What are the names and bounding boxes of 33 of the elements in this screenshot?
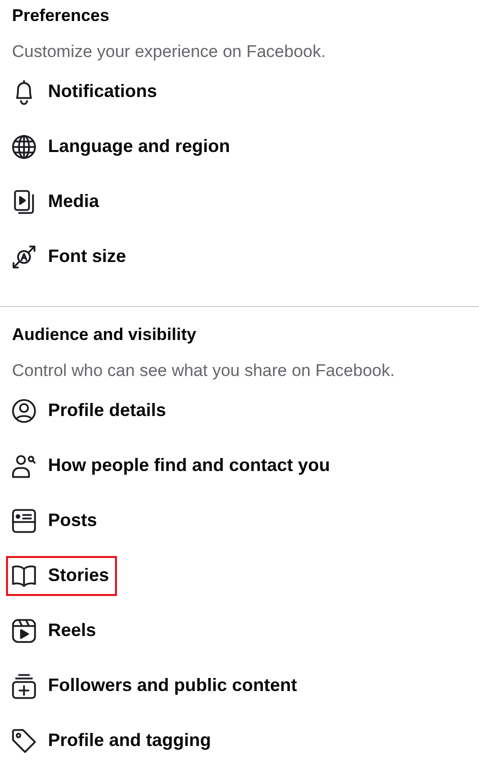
item-label: Followers and public content [48, 675, 298, 696]
settings-item[interactable]: Followers and public content [6, 666, 306, 706]
profile-icon [10, 396, 38, 424]
item-label: Reels [48, 620, 96, 641]
item-label: How people find and contact you [48, 455, 330, 476]
settings-item[interactable]: Profile and tagging [6, 720, 220, 760]
section-subtitle: Control who can see what you share on Facebook. [12, 361, 396, 381]
item-label: Stories [48, 565, 110, 586]
tag-icon [10, 726, 38, 754]
item-label: Font size [48, 246, 126, 267]
followers-icon [10, 672, 38, 700]
item-label: Profile details [48, 400, 166, 421]
item-label: Posts [48, 510, 98, 531]
item-label: Notifications [48, 81, 158, 102]
settings-item[interactable]: Profile details [6, 390, 174, 430]
settings-item[interactable]: Notifications [6, 72, 166, 112]
settings-item[interactable]: Media [6, 182, 108, 222]
item-label: Media [48, 191, 100, 212]
settings-item[interactable]: How people find and contact you [6, 446, 338, 486]
section-subtitle: Customize your experience on Facebook. [12, 42, 327, 62]
settings-item[interactable]: Reels [6, 610, 104, 650]
settings-item[interactable]: Stories [6, 556, 118, 596]
section-title: Audience and visibility [12, 325, 198, 345]
posts-icon [10, 506, 38, 534]
globe-icon [10, 132, 38, 160]
settings-item[interactable]: Posts [6, 500, 106, 540]
item-label: Profile and tagging [48, 730, 212, 751]
font-size-icon [10, 242, 38, 270]
settings-item[interactable]: Font size [6, 236, 134, 276]
reels-icon [10, 616, 38, 644]
item-label: Language and region [48, 136, 230, 157]
settings-item[interactable]: Language and region [6, 126, 238, 166]
section-title: Preferences [12, 6, 110, 26]
